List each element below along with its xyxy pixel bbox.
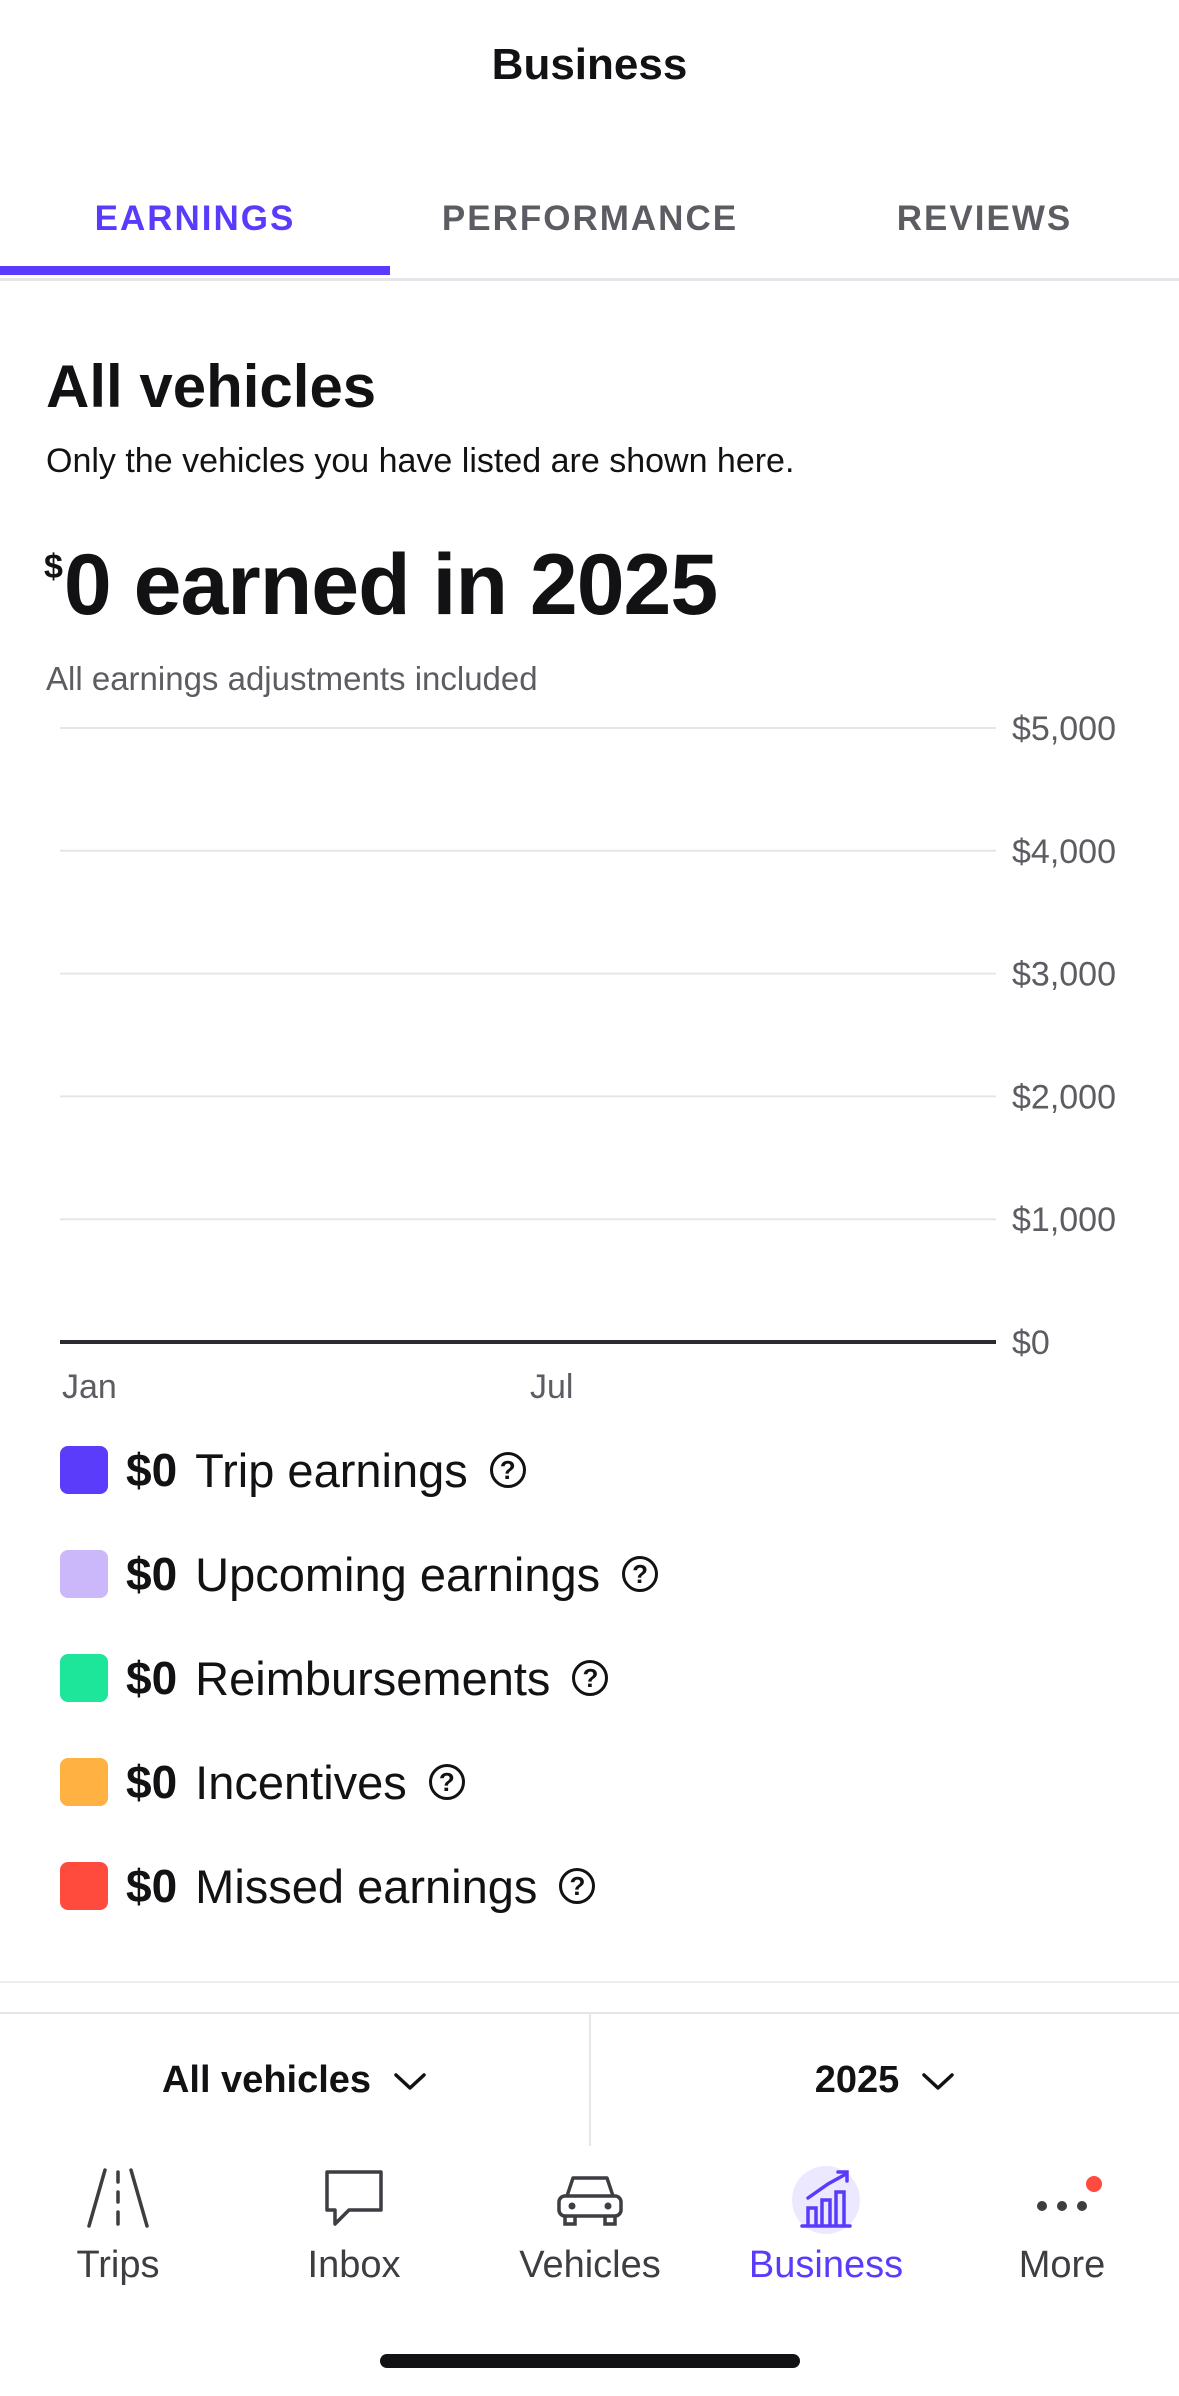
nav-item-business[interactable]: Business xyxy=(708,2146,944,2296)
bar-chart-trend-icon xyxy=(786,2166,866,2241)
currency-symbol: $ xyxy=(44,548,63,586)
legend-label: Trip earnings xyxy=(195,1443,468,1497)
legend-label: Missed earnings xyxy=(195,1859,538,1913)
section-title: All vehicles xyxy=(46,353,377,420)
y-tick-label: $1,000 xyxy=(1012,1201,1116,1239)
legend-amount: $0 xyxy=(126,1548,178,1600)
question-circle-icon[interactable]: ? xyxy=(428,1764,465,1800)
filter-bar: All vehicles 2025 xyxy=(0,2012,1179,2148)
question-circle-icon[interactable]: ? xyxy=(489,1452,526,1488)
y-tick-label: $5,000 xyxy=(1012,710,1116,748)
legend-amount: $0 xyxy=(126,1444,178,1496)
earned-total-text: 0 earned in 2025 xyxy=(63,537,718,633)
tab-reviews[interactable]: REVIEWS xyxy=(790,160,1179,278)
chevron-down-icon xyxy=(393,2059,427,2102)
more-dots-icon xyxy=(1022,2166,1102,2235)
chevron-down-icon xyxy=(921,2059,955,2102)
x-tick-label: Jan xyxy=(62,1368,117,1406)
question-circle-icon[interactable]: ? xyxy=(559,1868,596,1904)
legend-amount: $0 xyxy=(126,1756,178,1808)
legend-item-incentives: $0 Incentives ? xyxy=(60,1752,465,1812)
y-tick-label: $2,000 xyxy=(1012,1078,1116,1116)
adjustments-note: All earnings adjustments included xyxy=(46,660,538,697)
tab-performance[interactable]: PERFORMANCE xyxy=(390,160,790,278)
y-tick-label: $4,000 xyxy=(1012,833,1116,871)
home-indicator xyxy=(380,2354,800,2368)
legend-item-reimbursements: $0 Reimbursements ? xyxy=(60,1648,609,1708)
legend-swatch xyxy=(60,1550,108,1598)
page-title: Business xyxy=(491,40,688,89)
nav-item-more[interactable]: More xyxy=(944,2146,1179,2296)
tab-earnings[interactable]: EARNINGS xyxy=(0,160,390,278)
legend-swatch xyxy=(60,1446,108,1494)
question-circle-icon[interactable]: ? xyxy=(622,1556,659,1592)
x-tick-label: Jul xyxy=(530,1368,573,1406)
legend-amount: $0 xyxy=(126,1652,178,1704)
legend-swatch xyxy=(60,1862,108,1910)
legend-label: Incentives xyxy=(195,1755,407,1809)
legend-amount: $0 xyxy=(126,1860,178,1912)
road-icon xyxy=(83,2166,153,2235)
earnings-chart: $0 $1,000 $2,000 $3,000 $4,000 $5,000 Jan Jul xyxy=(60,710,1116,1406)
legend-label: Reimbursements xyxy=(195,1651,551,1705)
legend-swatch xyxy=(60,1654,108,1702)
year-filter-dropdown[interactable]: 2025 xyxy=(591,2014,1179,2146)
nav-item-vehicles[interactable]: Vehicles xyxy=(472,2146,708,2296)
nav-label: More xyxy=(1018,2244,1106,2286)
nav-label: Inbox xyxy=(307,2244,401,2286)
active-tab-indicator xyxy=(0,266,390,275)
legend-item-upcoming-earnings: $0 Upcoming earnings ? xyxy=(60,1544,659,1604)
chat-bubble-icon xyxy=(319,2166,389,2235)
earned-total: $0 earned in 2025 xyxy=(44,536,718,635)
y-tick-label: $0 xyxy=(1012,1324,1050,1362)
notification-dot xyxy=(1085,2176,1102,2192)
question-circle-icon[interactable]: ? xyxy=(572,1660,609,1696)
y-tick-label: $3,000 xyxy=(1012,956,1116,994)
legend-item-trip-earnings: $0 Trip earnings ? xyxy=(60,1440,526,1500)
nav-label: Vehicles xyxy=(519,2244,661,2286)
tab-bar: EARNINGS PERFORMANCE REVIEWS xyxy=(0,160,1179,281)
legend-item-missed-earnings: $0 Missed earnings ? xyxy=(60,1856,596,1916)
year-filter-label: 2025 xyxy=(814,2058,900,2101)
vehicle-filter-dropdown[interactable]: All vehicles xyxy=(0,2014,589,2146)
car-icon xyxy=(553,2166,627,2235)
nav-item-trips[interactable]: Trips xyxy=(0,2146,236,2296)
nav-item-inbox[interactable]: Inbox xyxy=(236,2146,472,2296)
nav-label: Business xyxy=(748,2244,904,2286)
nav-label: Trips xyxy=(76,2244,160,2286)
legend-label: Upcoming earnings xyxy=(195,1547,601,1601)
legend-swatch xyxy=(60,1758,108,1806)
section-divider xyxy=(0,1981,1179,1983)
section-subtitle: Only the vehicles you have listed are sh… xyxy=(46,442,795,480)
vehicle-filter-label: All vehicles xyxy=(161,2058,372,2101)
